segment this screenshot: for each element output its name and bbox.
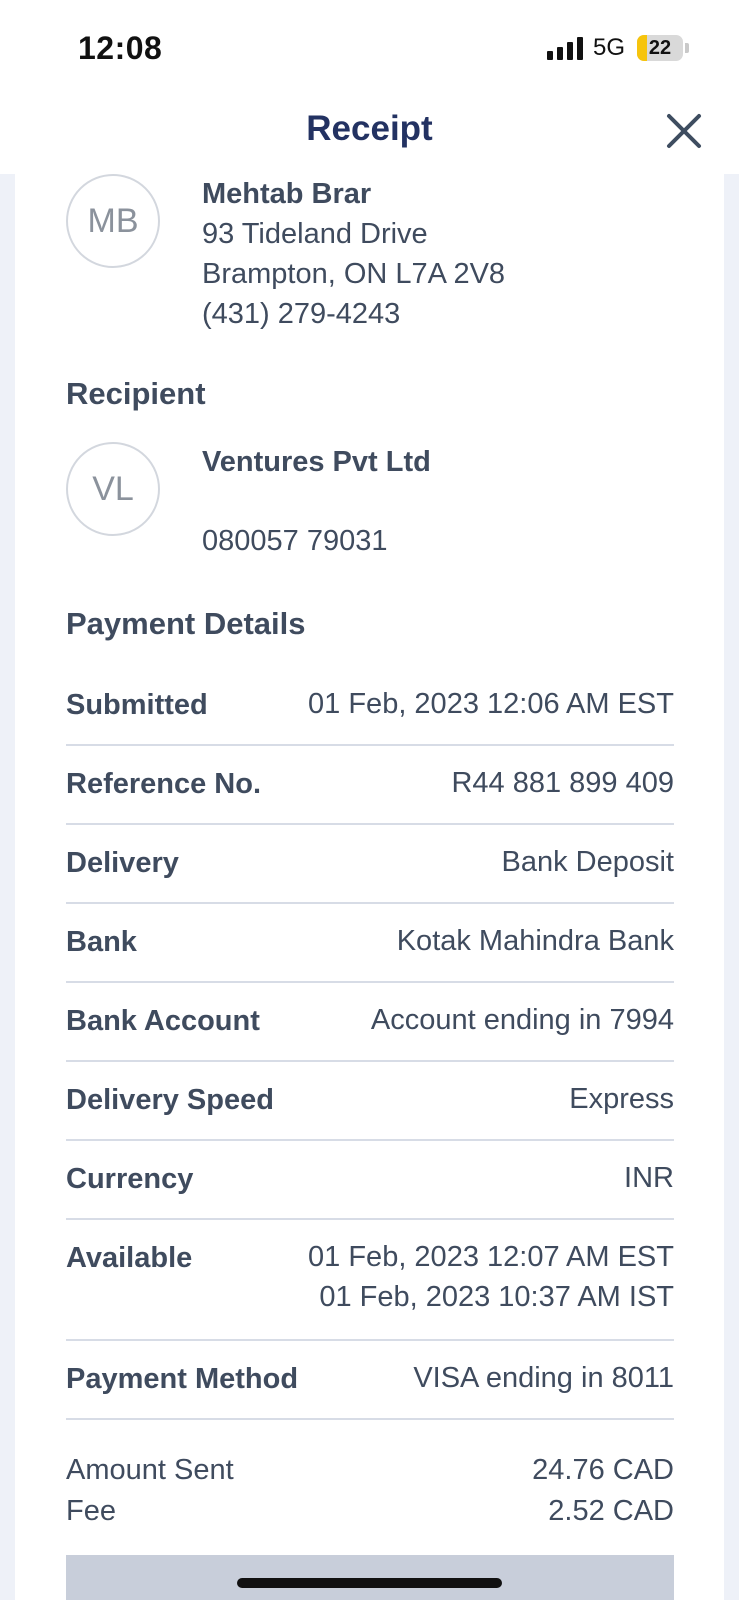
home-indicator[interactable] xyxy=(237,1578,502,1588)
sender-avatar: MB xyxy=(66,174,160,268)
fee-row: Fee 2.52 CAD xyxy=(66,1495,674,1528)
status-time: 12:08 xyxy=(78,30,163,66)
detail-value: Bank Deposit xyxy=(501,846,675,878)
detail-row-available: Available 01 Feb, 2023 12:07 AM EST 01 F… xyxy=(66,1220,674,1341)
signal-icon xyxy=(546,36,583,60)
detail-value: VISA ending in 8011 xyxy=(413,1362,674,1394)
detail-row-bank: Bank Kotak Mahindra Bank xyxy=(66,904,674,983)
detail-label: Submitted xyxy=(66,689,208,721)
status-bar: 12:08 5G 22 xyxy=(0,0,739,92)
payment-details-heading: Payment Details xyxy=(66,606,306,641)
sender-address-line2: Brampton, ON L7A 2V8 xyxy=(202,258,506,290)
detail-value: Express xyxy=(569,1083,674,1115)
amount-sent-row: Amount Sent 24.76 CAD xyxy=(66,1454,674,1487)
detail-value: 01 Feb, 2023 12:06 AM EST xyxy=(308,688,674,720)
recipient-avatar: VL xyxy=(66,442,160,536)
sender-address-line1: 93 Tideland Drive xyxy=(202,218,428,250)
detail-value: INR xyxy=(624,1162,674,1194)
detail-label: Payment Method xyxy=(66,1363,299,1395)
close-icon xyxy=(667,114,701,148)
detail-row-bank-account: Bank Account Account ending in 7994 xyxy=(66,983,674,1062)
detail-value: R44 881 899 409 xyxy=(451,767,674,799)
recipient-account: 080057 79031 xyxy=(202,525,388,557)
detail-value: Account ending in 7994 xyxy=(370,1004,674,1036)
page-title: Receipt xyxy=(306,109,433,148)
header: Receipt xyxy=(0,92,739,174)
fee-value: 2.52 CAD xyxy=(548,1495,674,1527)
status-indicators: 5G 22 xyxy=(546,34,689,62)
receipt-screen: 12:08 5G 22 Receipt MB Mehtab Brar 93 Ti… xyxy=(0,0,739,1600)
recipient-info: Ventures Pvt Ltd 080057 79031 xyxy=(202,442,431,561)
battery-percent: 22 xyxy=(648,37,672,59)
detail-label: Delivery xyxy=(66,847,179,879)
detail-value-group: 01 Feb, 2023 12:07 AM EST 01 Feb, 2023 1… xyxy=(308,1237,674,1317)
sender-info: Mehtab Brar 93 Tideland Drive Brampton, … xyxy=(202,174,505,334)
detail-value: Kotak Mahindra Bank xyxy=(396,925,674,957)
detail-label: Bank xyxy=(66,926,137,958)
network-type: 5G xyxy=(592,34,625,61)
sender-name: Mehtab Brar xyxy=(202,178,372,210)
recipient-name: Ventures Pvt Ltd xyxy=(202,446,431,478)
detail-label: Available xyxy=(66,1242,193,1274)
amount-sent-value: 24.76 CAD xyxy=(532,1454,674,1486)
detail-row-delivery: Delivery Bank Deposit xyxy=(66,825,674,904)
sender-phone: (431) 279-4243 xyxy=(202,298,401,330)
detail-row-submitted: Submitted 01 Feb, 2023 12:06 AM EST xyxy=(66,667,674,746)
detail-row-payment-method: Payment Method VISA ending in 8011 xyxy=(66,1341,674,1420)
detail-label: Delivery Speed xyxy=(66,1084,274,1116)
detail-label: Bank Account xyxy=(66,1005,260,1037)
detail-row-reference: Reference No. R44 881 899 409 xyxy=(66,746,674,825)
detail-label: Reference No. xyxy=(66,768,262,800)
fee-label: Fee xyxy=(66,1495,116,1527)
close-button[interactable] xyxy=(663,110,705,152)
amount-sent-label: Amount Sent xyxy=(66,1454,234,1486)
battery-tip xyxy=(685,43,689,53)
recipient-heading: Recipient xyxy=(66,376,206,411)
detail-row-currency: Currency INR xyxy=(66,1141,674,1220)
payment-details-list: Submitted 01 Feb, 2023 12:06 AM EST Refe… xyxy=(66,667,674,1420)
battery-icon: 22 xyxy=(637,35,683,61)
detail-row-delivery-speed: Delivery Speed Express xyxy=(66,1062,674,1141)
detail-value-secondary: 01 Feb, 2023 10:37 AM IST xyxy=(319,1281,674,1313)
receipt-card: MB Mehtab Brar 93 Tideland Drive Brampto… xyxy=(15,174,724,1600)
detail-label: Currency xyxy=(66,1163,194,1195)
detail-value: 01 Feb, 2023 12:07 AM EST xyxy=(308,1241,674,1273)
